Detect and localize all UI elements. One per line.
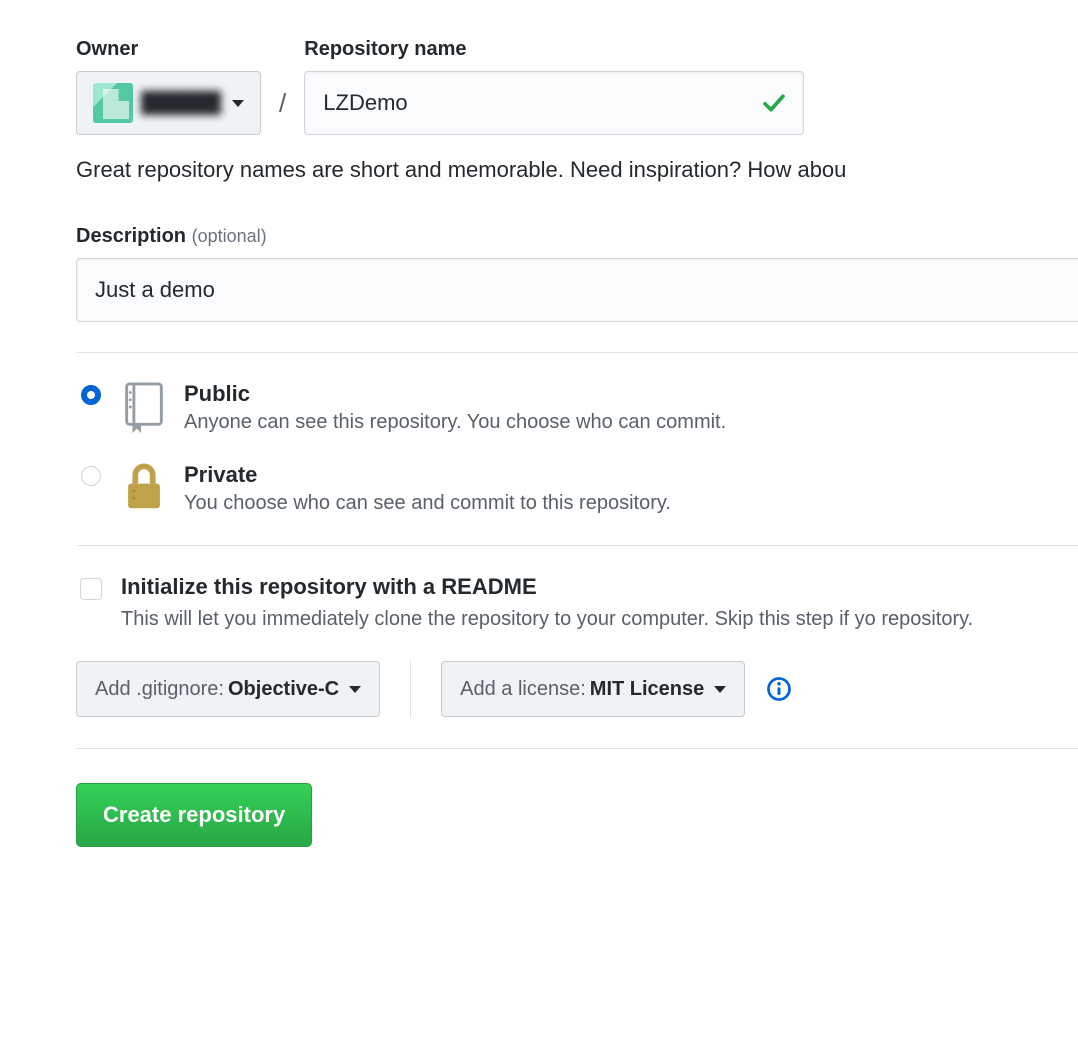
public-radio[interactable]: [81, 385, 101, 405]
caret-down-icon: [232, 100, 244, 107]
private-radio[interactable]: [81, 466, 101, 486]
vertical-separator: [410, 660, 411, 718]
gitignore-select-button[interactable]: Add .gitignore: Objective-C: [76, 661, 380, 717]
owner-select-button[interactable]: ██████: [76, 71, 261, 135]
license-select-button[interactable]: Add a license: MIT License: [441, 661, 745, 717]
private-title: Private: [184, 462, 671, 488]
divider: [76, 545, 1078, 546]
caret-down-icon: [714, 686, 726, 693]
owner-avatar-icon: [93, 83, 133, 123]
readme-title: Initialize this repository with a README: [121, 574, 973, 600]
readme-checkbox[interactable]: [80, 578, 102, 600]
description-label: Description (optional): [76, 225, 1078, 248]
checkmark-icon: [762, 91, 786, 115]
lock-icon: [120, 462, 168, 514]
public-title: Public: [184, 381, 726, 407]
divider: [76, 748, 1078, 749]
repo-name-label: Repository name: [304, 38, 804, 61]
slash-separator: /: [279, 88, 286, 119]
owner-label: Owner: [76, 38, 261, 61]
readme-sub: This will let you immediately clone the …: [121, 604, 973, 634]
description-input[interactable]: [76, 258, 1078, 322]
divider: [76, 352, 1078, 353]
create-repository-button[interactable]: Create repository: [76, 783, 312, 847]
repo-name-input[interactable]: [304, 71, 804, 135]
caret-down-icon: [349, 686, 361, 693]
repo-public-icon: [120, 381, 168, 433]
public-sub: Anyone can see this repository. You choo…: [184, 411, 726, 434]
info-icon[interactable]: [767, 677, 791, 701]
owner-name: ██████: [141, 92, 220, 115]
private-sub: You choose who can see and commit to thi…: [184, 492, 671, 515]
name-hint-text: Great repository names are short and mem…: [76, 157, 1078, 183]
